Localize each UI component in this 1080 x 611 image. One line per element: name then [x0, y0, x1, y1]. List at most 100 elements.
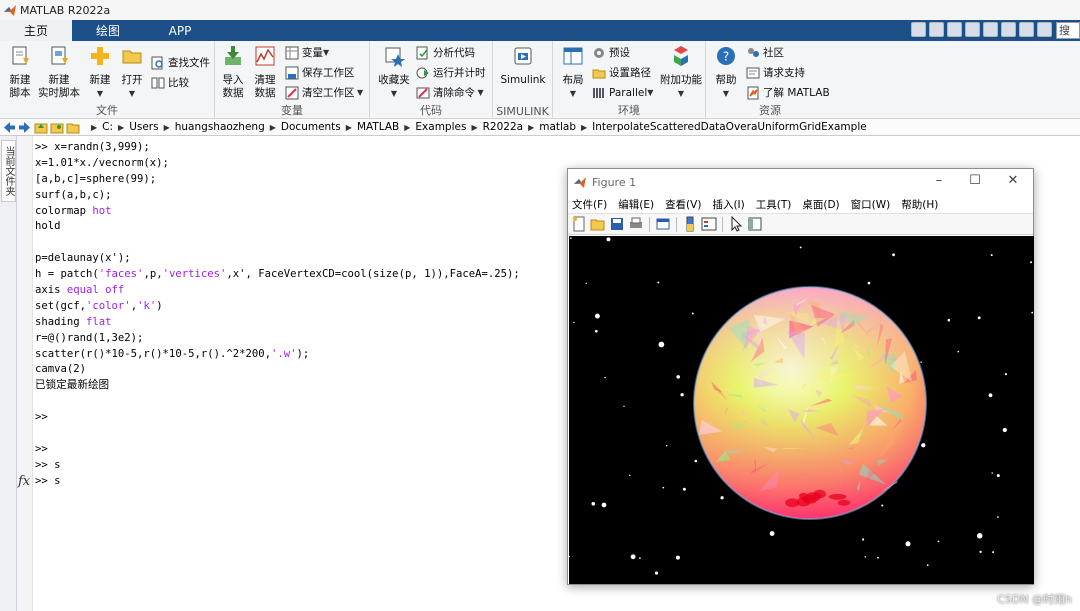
function-browser-icon[interactable]: fx	[18, 474, 30, 489]
breadcrumb-item[interactable]: MATLAB	[357, 121, 399, 133]
run-and-time-icon	[416, 67, 429, 78]
menu-insert[interactable]: 插入(I)	[712, 197, 744, 212]
breadcrumb-item[interactable]: huangshaozheng	[175, 121, 265, 133]
variable-group-label: 变量	[281, 104, 303, 117]
command-gutter	[17, 136, 33, 611]
cut-icon[interactable]	[929, 22, 944, 37]
open-file-icon[interactable]	[590, 216, 606, 232]
chevron-down-icon: ▼	[677, 89, 685, 98]
analyze-code-button[interactable]: 分析代码	[416, 44, 475, 61]
breadcrumb-item[interactable]: Users	[129, 121, 158, 133]
learn-matlab-button[interactable]: 了解 MATLAB	[746, 84, 830, 101]
up-folder-icon[interactable]	[34, 121, 48, 134]
figure-toolbar	[568, 213, 1033, 235]
copy-icon[interactable]	[947, 22, 962, 37]
browse-folder-icon[interactable]	[50, 121, 64, 134]
new-live-script-button[interactable]: 新建 实时脚本	[37, 45, 81, 100]
menu-edit[interactable]: 编辑(E)	[618, 197, 654, 212]
code-group: 收藏夹 ▼ 分析代码 运行并计时 清除命令 ▼ 代码	[370, 41, 493, 119]
figure-axes[interactable]	[569, 236, 1034, 584]
close-icon[interactable]: ✕	[1003, 173, 1023, 188]
new-script-icon	[12, 46, 29, 65]
paste-icon[interactable]	[965, 22, 980, 37]
matlab-logo-icon	[574, 177, 586, 188]
insert-colorbar-icon[interactable]	[682, 216, 698, 232]
back-icon[interactable]	[2, 121, 16, 134]
request-support-button[interactable]: 请求支持	[746, 64, 805, 81]
command-line: colormap hot	[35, 204, 112, 217]
address-bar: ▶ C: ▶ Users ▶ huangshaozheng ▶ Documents ▶ …	[0, 119, 1080, 136]
clean-data-button[interactable]: 清理 数据	[247, 45, 283, 100]
menu-tools[interactable]: 工具(T)	[756, 197, 792, 212]
title-bar: MATLAB R2022a	[0, 0, 1080, 20]
minimize-icon[interactable]: –	[929, 173, 949, 188]
breadcrumb-item[interactable]: Documents	[281, 121, 341, 133]
favorites-button[interactable]: 收藏夹 ▼	[374, 45, 414, 100]
find-files-button[interactable]: 查找文件	[151, 54, 210, 71]
tab-apps[interactable]: APP	[144, 20, 216, 41]
open-button[interactable]: 打开 ▼	[114, 45, 150, 100]
menu-window[interactable]: 窗口(W)	[851, 197, 891, 212]
request-support-icon	[746, 67, 760, 78]
command-output: >> x=randn(3,999); x=1.01*x./vecnorm(x); […	[35, 140, 520, 490]
search-input[interactable]: 搜索	[1056, 22, 1080, 39]
command-line: hold	[35, 220, 61, 233]
menu-file[interactable]: 文件(F)	[572, 197, 607, 212]
analyze-code-icon	[416, 46, 428, 59]
parallel-button[interactable]: Parallel ▼	[592, 84, 653, 101]
layout-button[interactable]: 布局 ▼	[555, 45, 591, 100]
breadcrumb-item[interactable]: R2022a	[483, 121, 523, 133]
breadcrumb-item[interactable]: Examples	[415, 121, 466, 133]
save-icon[interactable]	[911, 22, 926, 37]
tab-home[interactable]: 主页	[0, 20, 72, 41]
redo-icon[interactable]	[1001, 22, 1016, 37]
breadcrumb-item[interactable]: matlab	[539, 121, 576, 133]
preferences-button[interactable]: 预设	[592, 44, 630, 61]
import-data-button[interactable]: 导入 数据	[215, 45, 251, 100]
chevron-down-icon: ▼	[96, 89, 104, 98]
clear-commands-button[interactable]: 清除命令 ▼	[416, 84, 484, 101]
folder-open-icon	[122, 50, 142, 64]
breadcrumb-item[interactable]: InterpolateScatteredDataOveraUniformGrid…	[592, 121, 867, 133]
undo-icon[interactable]	[983, 22, 998, 37]
switch-windows-icon[interactable]	[1019, 22, 1034, 37]
simulink-button[interactable]: Simulink	[497, 45, 549, 87]
menu-desktop[interactable]: 桌面(D)	[802, 197, 839, 212]
forward-icon[interactable]	[18, 121, 32, 134]
menu-help[interactable]: 帮助(H)	[901, 197, 938, 212]
ribbon-tab-strip: 主页 绘图 APP 搜索	[0, 20, 1080, 41]
edit-plot-icon[interactable]	[728, 215, 744, 232]
property-inspector-icon[interactable]	[747, 216, 763, 232]
command-line: r=@()rand(1,3e2);	[35, 331, 144, 344]
run-and-time-button[interactable]: 运行并计时	[416, 64, 486, 81]
insert-legend-icon[interactable]	[701, 216, 717, 232]
chevron-down-icon: ▼	[128, 89, 136, 98]
new-button[interactable]: 新建 ▼	[82, 45, 118, 100]
addons-icon	[674, 46, 688, 66]
figure-title-bar: Figure 1 – ☐ ✕	[568, 169, 1033, 195]
variable-button[interactable]: 变量 ▼	[285, 44, 329, 61]
help-button[interactable]: ? 帮助 ▼	[708, 45, 744, 100]
addons-button[interactable]: 附加功能 ▼	[658, 45, 704, 100]
maximize-icon[interactable]: ☐	[965, 173, 985, 188]
window-title: MATLAB R2022a	[20, 3, 111, 17]
link-plot-icon[interactable]	[655, 216, 671, 232]
breadcrumb-item[interactable]: C:	[102, 121, 113, 133]
clear-commands-icon	[416, 87, 430, 98]
compare-button[interactable]: 比较	[151, 74, 189, 91]
save-workspace-button[interactable]: 保存工作区	[285, 64, 355, 81]
new-figure-icon[interactable]	[571, 216, 587, 232]
save-icon[interactable]	[609, 216, 625, 232]
print-icon[interactable]	[628, 216, 644, 232]
save-workspace-icon	[285, 66, 299, 79]
community-button[interactable]: 社区	[746, 44, 784, 61]
command-line: x=1.01*x./vecnorm(x);	[35, 156, 169, 169]
tab-plots[interactable]: 绘图	[72, 20, 144, 41]
clear-workspace-button[interactable]: 清空工作区 ▼	[285, 84, 363, 101]
set-path-button[interactable]: 设置路径	[592, 64, 651, 81]
ribbon: 新建 脚本 新建 实时脚本 新建 ▼ 打开 ▼ 查找文件 比较 文件 导入 数据…	[0, 41, 1080, 119]
help-icon[interactable]	[1037, 22, 1052, 37]
menu-view[interactable]: 查看(V)	[665, 197, 701, 212]
current-folder-tab[interactable]: 当前文件夹	[1, 140, 16, 202]
new-script-button[interactable]: 新建 脚本	[2, 45, 38, 100]
